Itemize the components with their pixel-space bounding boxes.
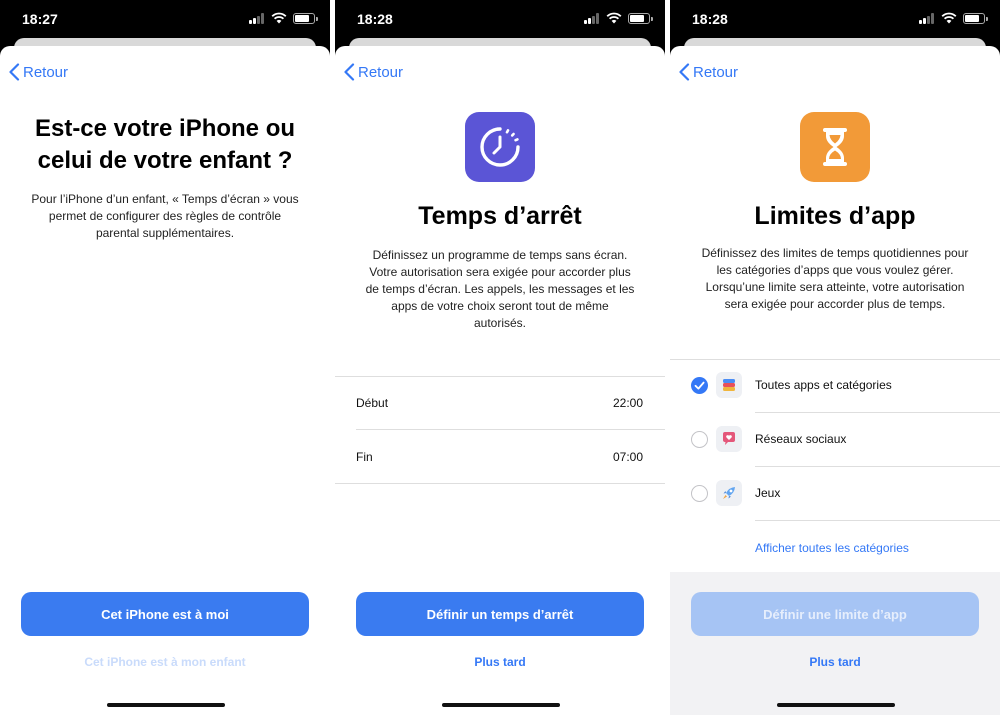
category-row-social[interactable]: Réseaux sociaux xyxy=(670,413,1000,467)
back-button[interactable]: Retour xyxy=(678,63,738,81)
modal-sheet: Retour Temps d’arrêt Définissez un progr… xyxy=(335,46,665,715)
wifi-icon xyxy=(271,12,287,24)
status-time: 18:27 xyxy=(22,11,58,27)
end-time-label: Fin xyxy=(356,450,373,464)
home-indicator[interactable] xyxy=(442,703,560,707)
battery-icon xyxy=(628,12,653,24)
cellular-signal-icon xyxy=(919,12,935,24)
divider xyxy=(755,520,1000,521)
back-button[interactable]: Retour xyxy=(8,63,68,81)
page-description-line-2: permet de configurer des règles de contr… xyxy=(48,209,282,223)
stack-icon xyxy=(716,372,742,398)
category-label: Réseaux sociaux xyxy=(755,432,847,446)
hourglass-icon xyxy=(800,112,870,182)
later-link[interactable]: Plus tard xyxy=(335,655,665,669)
back-label: Retour xyxy=(23,63,69,81)
start-time-row[interactable]: Début 22:00 xyxy=(335,376,665,430)
chevron-left-icon xyxy=(9,63,20,81)
page-title-line-2: celui de votre enfant ? xyxy=(37,147,293,174)
end-time-value: 07:00 xyxy=(612,450,643,464)
modal-sheet: Retour Est-ce votre iPhone ou celui de v… xyxy=(0,46,330,715)
page-description-line-5: autorisés. xyxy=(473,316,527,330)
category-label: Jeux xyxy=(755,486,781,500)
category-label: Toutes apps et catégories xyxy=(755,378,892,392)
page-title: Limites d’app xyxy=(754,202,916,230)
status-bar: 18:27 xyxy=(0,0,330,40)
page-description-line-4: apps de votre choix seront tout de même xyxy=(391,299,609,313)
show-all-categories-link[interactable]: Afficher toutes les catégories xyxy=(755,541,909,555)
cellular-signal-icon xyxy=(249,12,265,24)
battery-icon xyxy=(963,12,988,24)
modal-sheet: Retour Limites d’app Définissez des limi… xyxy=(670,46,1000,715)
phone-screen-2: 18:28 Retour Temps d’arrêt Définissez un… xyxy=(335,0,665,715)
status-bar: 18:28 xyxy=(335,0,665,40)
phone-screen-3: 18:28 Retour Limites d’app Définissez de… xyxy=(670,0,1000,715)
page-description-line-1: Définissez un programme de temps sans éc… xyxy=(372,248,628,262)
page-title-line-1: Est-ce votre iPhone ou xyxy=(34,115,296,142)
later-link[interactable]: Plus tard xyxy=(670,655,1000,669)
start-time-label: Début xyxy=(356,396,389,410)
category-row-all[interactable]: Toutes apps et catégories xyxy=(670,359,1000,413)
status-time: 18:28 xyxy=(692,11,728,27)
page-description-line-4: sera exigée pour accorder plus de temps. xyxy=(724,297,946,311)
set-downtime-button[interactable]: Définir un temps d’arrêt xyxy=(356,592,644,636)
page-title: Temps d’arrêt xyxy=(418,202,582,230)
wifi-icon xyxy=(941,12,957,24)
divider xyxy=(335,483,665,484)
chat-bubble-heart-icon xyxy=(716,426,742,452)
home-indicator[interactable] xyxy=(777,703,895,707)
cellular-signal-icon xyxy=(584,12,600,24)
battery-icon xyxy=(293,12,318,24)
radio-button[interactable] xyxy=(691,431,708,448)
back-button[interactable]: Retour xyxy=(343,63,403,81)
page-description-line-1: Définissez des limites de temps quotidie… xyxy=(701,246,969,260)
set-app-limit-button[interactable]: Définir une limite d’app xyxy=(691,592,979,636)
status-bar: 18:28 xyxy=(670,0,1000,40)
this-is-my-childs-iphone-link[interactable]: Cet iPhone est à mon enfant xyxy=(0,655,330,669)
phone-screen-1: 18:27 Retour Est-ce votre iPhone ou celu… xyxy=(0,0,330,715)
page-description-line-2: les catégories d’apps que vous voulez gé… xyxy=(716,263,954,277)
checkmark-icon[interactable] xyxy=(691,377,708,394)
back-label: Retour xyxy=(693,63,739,81)
start-time-value: 22:00 xyxy=(612,396,643,410)
end-time-row[interactable]: Fin 07:00 xyxy=(335,430,665,484)
page-description-line-3: Lorsqu’une limite sera atteinte, votre a… xyxy=(705,280,965,294)
chevron-left-icon xyxy=(344,63,355,81)
page-description-line-2: Votre autorisation sera exigée pour acco… xyxy=(369,265,631,279)
downtime-clock-icon xyxy=(465,112,535,182)
page-description-line-1: Pour l’iPhone d’un enfant, « Temps d’écr… xyxy=(31,192,299,206)
chevron-left-icon xyxy=(679,63,690,81)
back-label: Retour xyxy=(358,63,404,81)
page-description-line-3: parental supplémentaires. xyxy=(95,226,235,240)
this-is-my-iphone-button[interactable]: Cet iPhone est à moi xyxy=(21,592,309,636)
status-time: 18:28 xyxy=(357,11,393,27)
wifi-icon xyxy=(606,12,622,24)
rocket-icon xyxy=(716,480,742,506)
page-description-line-3: de temps d’écran. Les appels, les messag… xyxy=(365,282,635,296)
home-indicator[interactable] xyxy=(107,703,225,707)
radio-button[interactable] xyxy=(691,485,708,502)
category-row-games[interactable]: Jeux xyxy=(670,467,1000,521)
